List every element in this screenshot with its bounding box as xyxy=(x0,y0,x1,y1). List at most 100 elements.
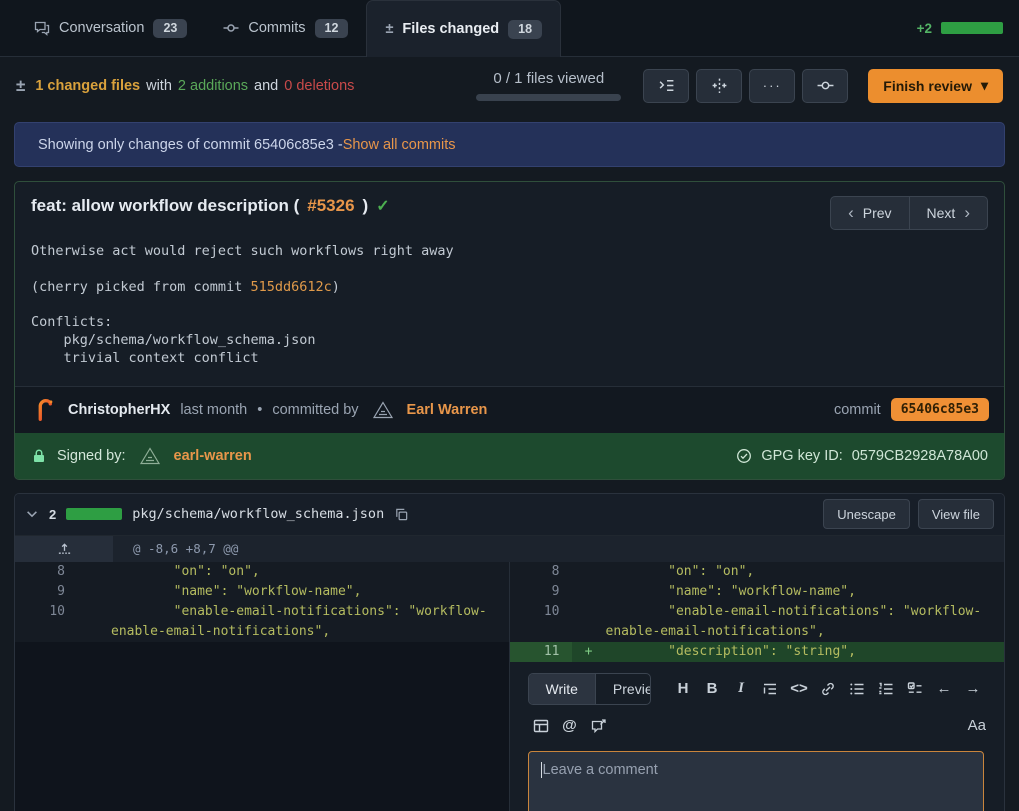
unescape-button[interactable]: Unescape xyxy=(823,499,910,529)
diff-pane-new: 8 "on": "on", 9 "name": "workflow-name",… xyxy=(510,562,1005,811)
editor-toolbar-row1: Write Preview H B I <> xyxy=(528,673,987,705)
code-line: "enable-email-notifications": "workflow-… xyxy=(606,602,1005,642)
author-avatar[interactable] xyxy=(30,396,58,424)
collapse-file-chevron-icon[interactable] xyxy=(25,507,39,521)
more-options-button[interactable]: ··· xyxy=(749,69,795,103)
line-number[interactable]: 8 xyxy=(510,562,572,582)
signed-by-label: Signed by: xyxy=(57,448,126,464)
diff-row-old[interactable]: 10 "enable-email-notifications": "workfl… xyxy=(15,602,509,642)
added-line-marker: + xyxy=(572,642,606,662)
line-number[interactable]: 10 xyxy=(15,602,77,642)
unordered-list-icon[interactable] xyxy=(844,677,870,701)
files-viewed-label: 0 / 1 files viewed xyxy=(493,70,604,87)
diff-row-new[interactable]: 9 "name": "workflow-name", xyxy=(510,582,1005,602)
changed-files-count[interactable]: 1 changed files xyxy=(35,78,140,94)
diff-row-added[interactable]: 11 + "description": "string", xyxy=(510,642,1005,662)
bold-icon[interactable]: B xyxy=(699,677,725,701)
next-commit-button[interactable]: Next › xyxy=(909,196,988,230)
tab-conversation-label: Conversation xyxy=(59,20,144,36)
commit-time: last month xyxy=(180,402,247,418)
line-number[interactable]: 10 xyxy=(510,602,572,642)
summary-with: with xyxy=(146,78,172,94)
link-icon[interactable] xyxy=(815,677,841,701)
pr-tab-bar: Conversation 23 Commits 12 ± Files chang… xyxy=(0,0,1019,57)
diff-row-old[interactable]: 9 "name": "workflow-name", xyxy=(15,582,509,602)
copy-path-icon[interactable] xyxy=(394,507,409,522)
diffstat-additions: +2 xyxy=(917,21,932,36)
committer-avatar[interactable] xyxy=(371,398,395,422)
prev-label: Prev xyxy=(863,205,892,221)
diff-pane-old: 8 "on": "on", 9 "name": "workflow-name",… xyxy=(15,562,510,811)
code-line: "enable-email-notifications": "workflow-… xyxy=(111,602,509,642)
hunk-header-row: @ -8,6 +8,7 @@ xyxy=(15,535,1004,562)
signer-name[interactable]: earl-warren xyxy=(174,448,252,464)
summary-and: and xyxy=(254,78,278,94)
tab-conversation[interactable]: Conversation 23 xyxy=(16,0,205,56)
diff-file-box: 2 pkg/schema/workflow_schema.json Unesca… xyxy=(14,493,1005,811)
quote-icon[interactable] xyxy=(757,677,783,701)
commit-hash-wrap: commit 65406c85e3 xyxy=(834,398,989,421)
diff-file-header: 2 pkg/schema/workflow_schema.json Unesca… xyxy=(15,494,1004,535)
diff-row-new[interactable]: 10 "enable-email-notifications": "workfl… xyxy=(510,602,1005,642)
mention-icon[interactable]: @ xyxy=(557,714,583,738)
commit-title-text: feat: allow workflow description ( xyxy=(31,196,299,216)
finish-review-label: Finish review xyxy=(883,78,972,94)
dot-separator: • xyxy=(257,402,262,418)
show-all-commits-link[interactable]: Show all commits xyxy=(343,137,456,153)
file-tree-toggle-button[interactable] xyxy=(643,69,689,103)
preview-tab[interactable]: Preview xyxy=(595,674,651,704)
prev-commit-button[interactable]: ‹ Prev xyxy=(830,196,909,230)
committer-name[interactable]: Earl Warren xyxy=(407,402,488,418)
task-list-icon[interactable] xyxy=(902,677,928,701)
indent-left-icon[interactable]: ← xyxy=(931,677,957,701)
tab-files-changed[interactable]: ± Files changed 18 xyxy=(366,0,561,57)
view-file-button[interactable]: View file xyxy=(918,499,994,529)
tab-commits-label: Commits xyxy=(248,20,305,36)
write-tab[interactable]: Write xyxy=(529,674,595,704)
text-size-toggle[interactable]: Aa xyxy=(968,717,986,734)
commit-author-row: ChristopherHX last month • committed by … xyxy=(15,386,1004,433)
line-number[interactable]: 9 xyxy=(15,582,77,602)
line-number[interactable]: 11 xyxy=(510,642,572,662)
inline-comment-form: Write Preview H B I <> xyxy=(510,662,1005,811)
indent-right-icon[interactable]: → xyxy=(960,677,986,701)
issue-link[interactable]: #5326 xyxy=(307,196,354,216)
code-line: "description": "string", xyxy=(606,642,1005,662)
diffstat-bar xyxy=(941,22,1003,34)
comment-placeholder: Leave a comment xyxy=(543,762,658,778)
gpg-info: GPG key ID: 0579CB2928A78A00 xyxy=(736,448,988,464)
comment-textarea[interactable]: Leave a comment xyxy=(528,751,985,811)
split-diff-body: 8 "on": "on", 9 "name": "workflow-name",… xyxy=(15,562,1004,811)
ordered-list-icon[interactable] xyxy=(873,677,899,701)
diff-icon: ± xyxy=(385,21,393,37)
banner-text: Showing only changes of commit 65406c85e… xyxy=(38,137,343,153)
cherry-pick-hash-link[interactable]: 515dd6612c xyxy=(250,279,331,295)
commit-title: feat: allow workflow description ( #5326)… xyxy=(31,196,390,216)
author-name[interactable]: ChristopherHX xyxy=(68,402,170,418)
reference-icon[interactable] xyxy=(586,714,612,738)
diff-row-old[interactable]: 8 "on": "on", xyxy=(15,562,509,582)
expand-hunk-button[interactable] xyxy=(15,536,113,562)
finish-review-button[interactable]: Finish review ▾ xyxy=(868,69,1003,103)
commit-select-button[interactable] xyxy=(802,69,848,103)
signer-avatar[interactable] xyxy=(138,444,162,468)
diff-row-new[interactable]: 8 "on": "on", xyxy=(510,562,1005,582)
line-marker xyxy=(572,562,606,582)
file-name[interactable]: pkg/schema/workflow_schema.json xyxy=(132,506,384,522)
line-number[interactable]: 8 xyxy=(15,562,77,582)
commit-title-close: ) xyxy=(363,196,369,216)
commit-head: feat: allow workflow description ( #5326)… xyxy=(15,182,1004,234)
commit-pager: ‹ Prev Next › xyxy=(830,196,988,230)
commit-hash-badge[interactable]: 65406c85e3 xyxy=(891,398,989,421)
commit-message-part1: Otherwise act would reject such workflow… xyxy=(31,243,454,295)
commit-filter-banner: Showing only changes of commit 65406c85e… xyxy=(14,122,1005,167)
commit-signed-row: Signed by: earl-warren GPG key ID: 0579C… xyxy=(15,433,1004,479)
split-view-button[interactable] xyxy=(696,69,742,103)
tab-commits[interactable]: Commits 12 xyxy=(205,0,366,56)
italic-icon[interactable]: I xyxy=(728,677,754,701)
code-icon[interactable]: <> xyxy=(786,677,812,701)
line-number[interactable]: 9 xyxy=(510,582,572,602)
table-icon[interactable] xyxy=(528,714,554,738)
commit-status-check-icon[interactable]: ✓ xyxy=(376,196,389,216)
heading-icon[interactable]: H xyxy=(670,677,696,701)
